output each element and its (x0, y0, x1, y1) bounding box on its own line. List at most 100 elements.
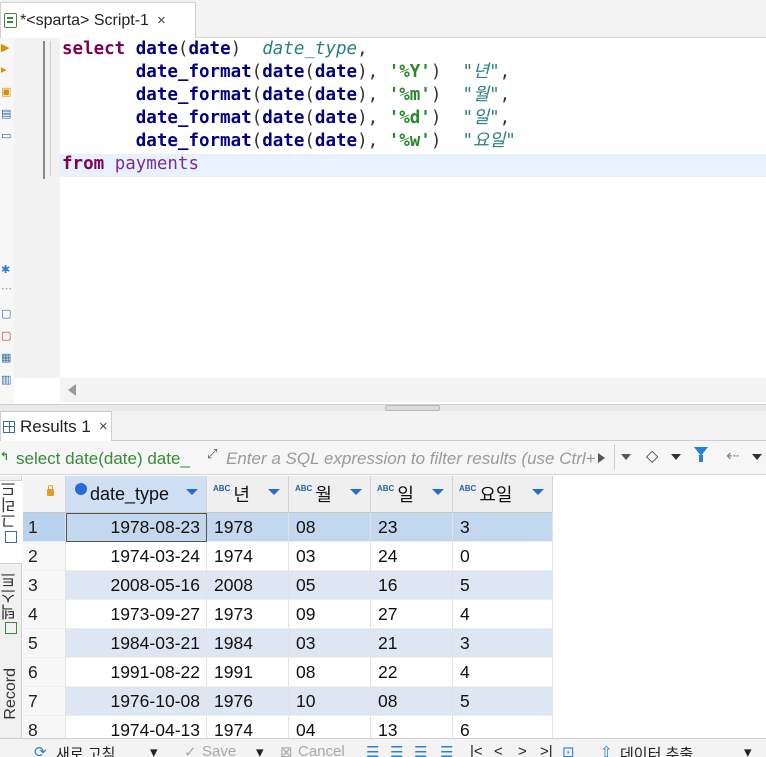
cell-day[interactable]: 21 (371, 629, 453, 658)
scroll-left-icon[interactable] (68, 384, 76, 396)
table-row[interactable]: 2 1974-03-24 1974 03 24 0 (23, 542, 553, 571)
table-row[interactable]: 8 1974-04-13 1974 04 13 6 (23, 716, 553, 738)
cell-day[interactable]: 16 (371, 571, 453, 600)
cell-date-type[interactable]: 2008-05-16 (66, 571, 207, 600)
next-page-icon[interactable]: > (518, 743, 527, 757)
cell-date-type[interactable]: 1991-08-22 (66, 658, 207, 687)
cell-month[interactable]: 05 (289, 571, 371, 600)
table-row[interactable]: 5 1984-03-21 1984 03 21 3 (23, 629, 553, 658)
history-icon[interactable]: ▦ (1, 352, 12, 363)
export-icon[interactable]: ▢ (1, 308, 12, 319)
table-row[interactable]: 6 1991-08-22 1991 08 22 4 (23, 658, 553, 687)
filter-dropdown-button[interactable] (614, 444, 636, 470)
table-row[interactable]: 3 2008-05-16 2008 05 16 5 (23, 571, 553, 600)
sort-arrow-icon[interactable] (532, 489, 544, 495)
column-header-month[interactable]: ABC 월 (289, 476, 371, 513)
execute-statement-icon[interactable]: ▶ (1, 42, 12, 53)
save-icon[interactable]: ✓ (184, 743, 197, 757)
error-log-icon[interactable]: ▢ (1, 330, 12, 341)
cell-day[interactable]: 22 (371, 658, 453, 687)
cell-year[interactable]: 1984 (207, 629, 289, 658)
row-number[interactable]: 6 (23, 658, 66, 687)
refresh-icon[interactable]: ⟳ (34, 743, 47, 757)
sort-arrow-icon[interactable] (186, 489, 198, 495)
execute-script-icon[interactable]: ▣ (1, 86, 12, 97)
sql-editor[interactable]: ▶ ▸ ▣ ▤ ▭ ✱ ⋯ ▢ ▢ ▦ ▥ select date(date) … (0, 38, 766, 404)
settings-gear-icon[interactable]: ✱ (1, 264, 12, 275)
chevron-down-icon[interactable] (671, 454, 681, 460)
expand-icon[interactable]: ⤢ (207, 447, 223, 463)
cell-weekday[interactable]: 0 (453, 542, 553, 571)
cell-year[interactable]: 1976 (207, 687, 289, 716)
add-row-icon[interactable]: ☰ (390, 743, 403, 757)
cell-date-type[interactable]: 1973-09-27 (66, 600, 207, 629)
cell-year[interactable]: 1978 (207, 513, 289, 542)
cell-day[interactable]: 08 (371, 687, 453, 716)
chevron-down-icon[interactable]: ▾ (256, 743, 264, 757)
column-header-day[interactable]: ABC 일 (371, 476, 453, 513)
cell-date-type[interactable]: 1978-08-23 (66, 513, 207, 542)
outline-icon[interactable]: ▥ (1, 374, 12, 385)
tab-grid-view[interactable]: 그리드 (0, 480, 22, 564)
copy-row-icon[interactable]: ☰ (414, 743, 427, 757)
table-row[interactable]: 4 1973-09-27 1973 09 27 4 (23, 600, 553, 629)
clear-filter-icon[interactable]: ◇ (646, 446, 658, 465)
tab-text-view[interactable]: 텍스트 (0, 572, 22, 654)
more-dots-icon[interactable]: ⋯ (1, 283, 12, 294)
close-icon[interactable]: × (157, 12, 166, 29)
cell-year[interactable]: 1974 (207, 542, 289, 571)
save-button[interactable]: Save (202, 743, 236, 757)
cell-month[interactable]: 08 (289, 513, 371, 542)
row-number[interactable]: 7 (23, 687, 66, 716)
cell-month[interactable]: 03 (289, 629, 371, 658)
sort-arrow-icon[interactable] (432, 489, 444, 495)
sort-arrow-icon[interactable] (350, 489, 362, 495)
cell-month[interactable]: 03 (289, 542, 371, 571)
row-number[interactable]: 3 (23, 571, 66, 600)
cell-weekday[interactable]: 5 (453, 687, 553, 716)
export-icon[interactable]: ⇧ (600, 743, 613, 757)
cancel-button[interactable]: Cancel (298, 743, 345, 757)
fetch-all-icon[interactable]: ⊡ (562, 743, 575, 757)
source-query-label[interactable]: select date(date) date_ (16, 449, 201, 469)
editor-tab-script-1[interactable]: *<sparta> Script-1 × (0, 2, 196, 38)
cell-year[interactable]: 2008 (207, 571, 289, 600)
execute-in-new-tab-icon[interactable]: ▸ (1, 64, 12, 75)
column-header-year[interactable]: ABC 년 (207, 476, 289, 513)
cell-weekday[interactable]: 3 (453, 629, 553, 658)
cell-weekday[interactable]: 4 (453, 600, 553, 629)
explain-plan-icon[interactable]: ▤ (1, 108, 12, 119)
row-number[interactable]: 5 (23, 629, 66, 658)
sql-code[interactable]: select date(date) date_type, date_format… (62, 38, 516, 176)
console-icon[interactable]: ▭ (1, 130, 12, 141)
chevron-down-icon[interactable]: ▾ (744, 743, 752, 757)
cell-weekday[interactable]: 5 (453, 571, 553, 600)
cell-month[interactable]: 10 (289, 687, 371, 716)
tab-results-1[interactable]: Results 1 × (0, 411, 112, 441)
cell-month[interactable]: 08 (289, 658, 371, 687)
row-number[interactable]: 2 (23, 542, 66, 571)
column-header-date-type[interactable]: date_type (66, 476, 207, 513)
editor-horizontal-scrollbar[interactable] (60, 378, 766, 402)
cell-year[interactable]: 1991 (207, 658, 289, 687)
cell-month[interactable]: 09 (289, 600, 371, 629)
first-page-icon[interactable]: |< (470, 743, 483, 757)
panel-splitter[interactable] (0, 404, 766, 411)
cell-date-type[interactable]: 1974-04-13 (66, 716, 207, 738)
cell-date-type[interactable]: 1974-03-24 (66, 542, 207, 571)
cell-day[interactable]: 23 (371, 513, 453, 542)
edit-row-icon[interactable]: ☰ (366, 743, 379, 757)
filter-expression-input[interactable] (226, 449, 596, 469)
refresh-button[interactable]: 새로 고침 (56, 743, 115, 757)
table-row[interactable]: 1 1978-08-23 1978 08 23 3 (23, 513, 553, 542)
tab-record-view[interactable]: Record (0, 668, 22, 738)
history-back-icon[interactable]: ⇠ (726, 446, 739, 465)
cell-day[interactable]: 24 (371, 542, 453, 571)
cell-date-type[interactable]: 1984-03-21 (66, 629, 207, 658)
cell-weekday[interactable]: 4 (453, 658, 553, 687)
row-number[interactable]: 4 (23, 600, 66, 629)
chevron-down-icon[interactable]: ▾ (150, 743, 158, 757)
previous-page-icon[interactable]: < (494, 743, 503, 757)
export-data-button[interactable]: 데이터 추출 (620, 743, 693, 757)
cell-year[interactable]: 1973 (207, 600, 289, 629)
